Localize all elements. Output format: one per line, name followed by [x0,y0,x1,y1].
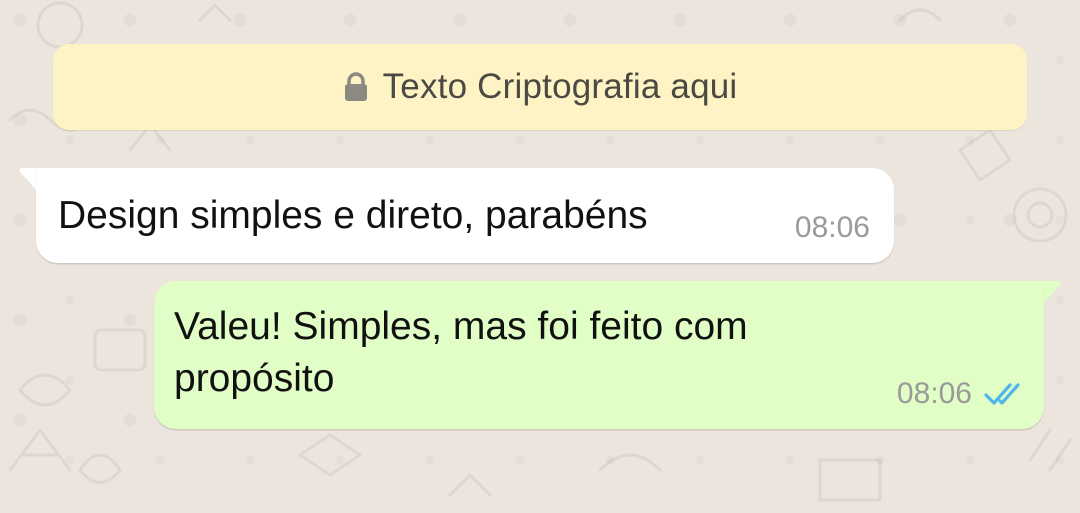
incoming-message-time: 08:06 [794,211,870,244]
incoming-message-text: Design simples e direto, parabéns [58,194,648,237]
encryption-banner-text: Texto Criptografia aqui [382,67,738,106]
lock-icon [344,72,367,101]
outgoing-message-bubble[interactable]: Valeu! Simples, mas foi feito com propós… [154,281,1044,429]
incoming-message-bubble[interactable]: Design simples e direto, parabéns 08:06 [36,168,894,263]
encryption-banner[interactable]: Texto Criptografia aqui [53,44,1027,130]
outgoing-message-time: 08:06 [896,377,972,410]
double-check-icon [984,383,1020,405]
outgoing-message-text: Valeu! Simples, mas foi feito com propós… [174,305,748,400]
